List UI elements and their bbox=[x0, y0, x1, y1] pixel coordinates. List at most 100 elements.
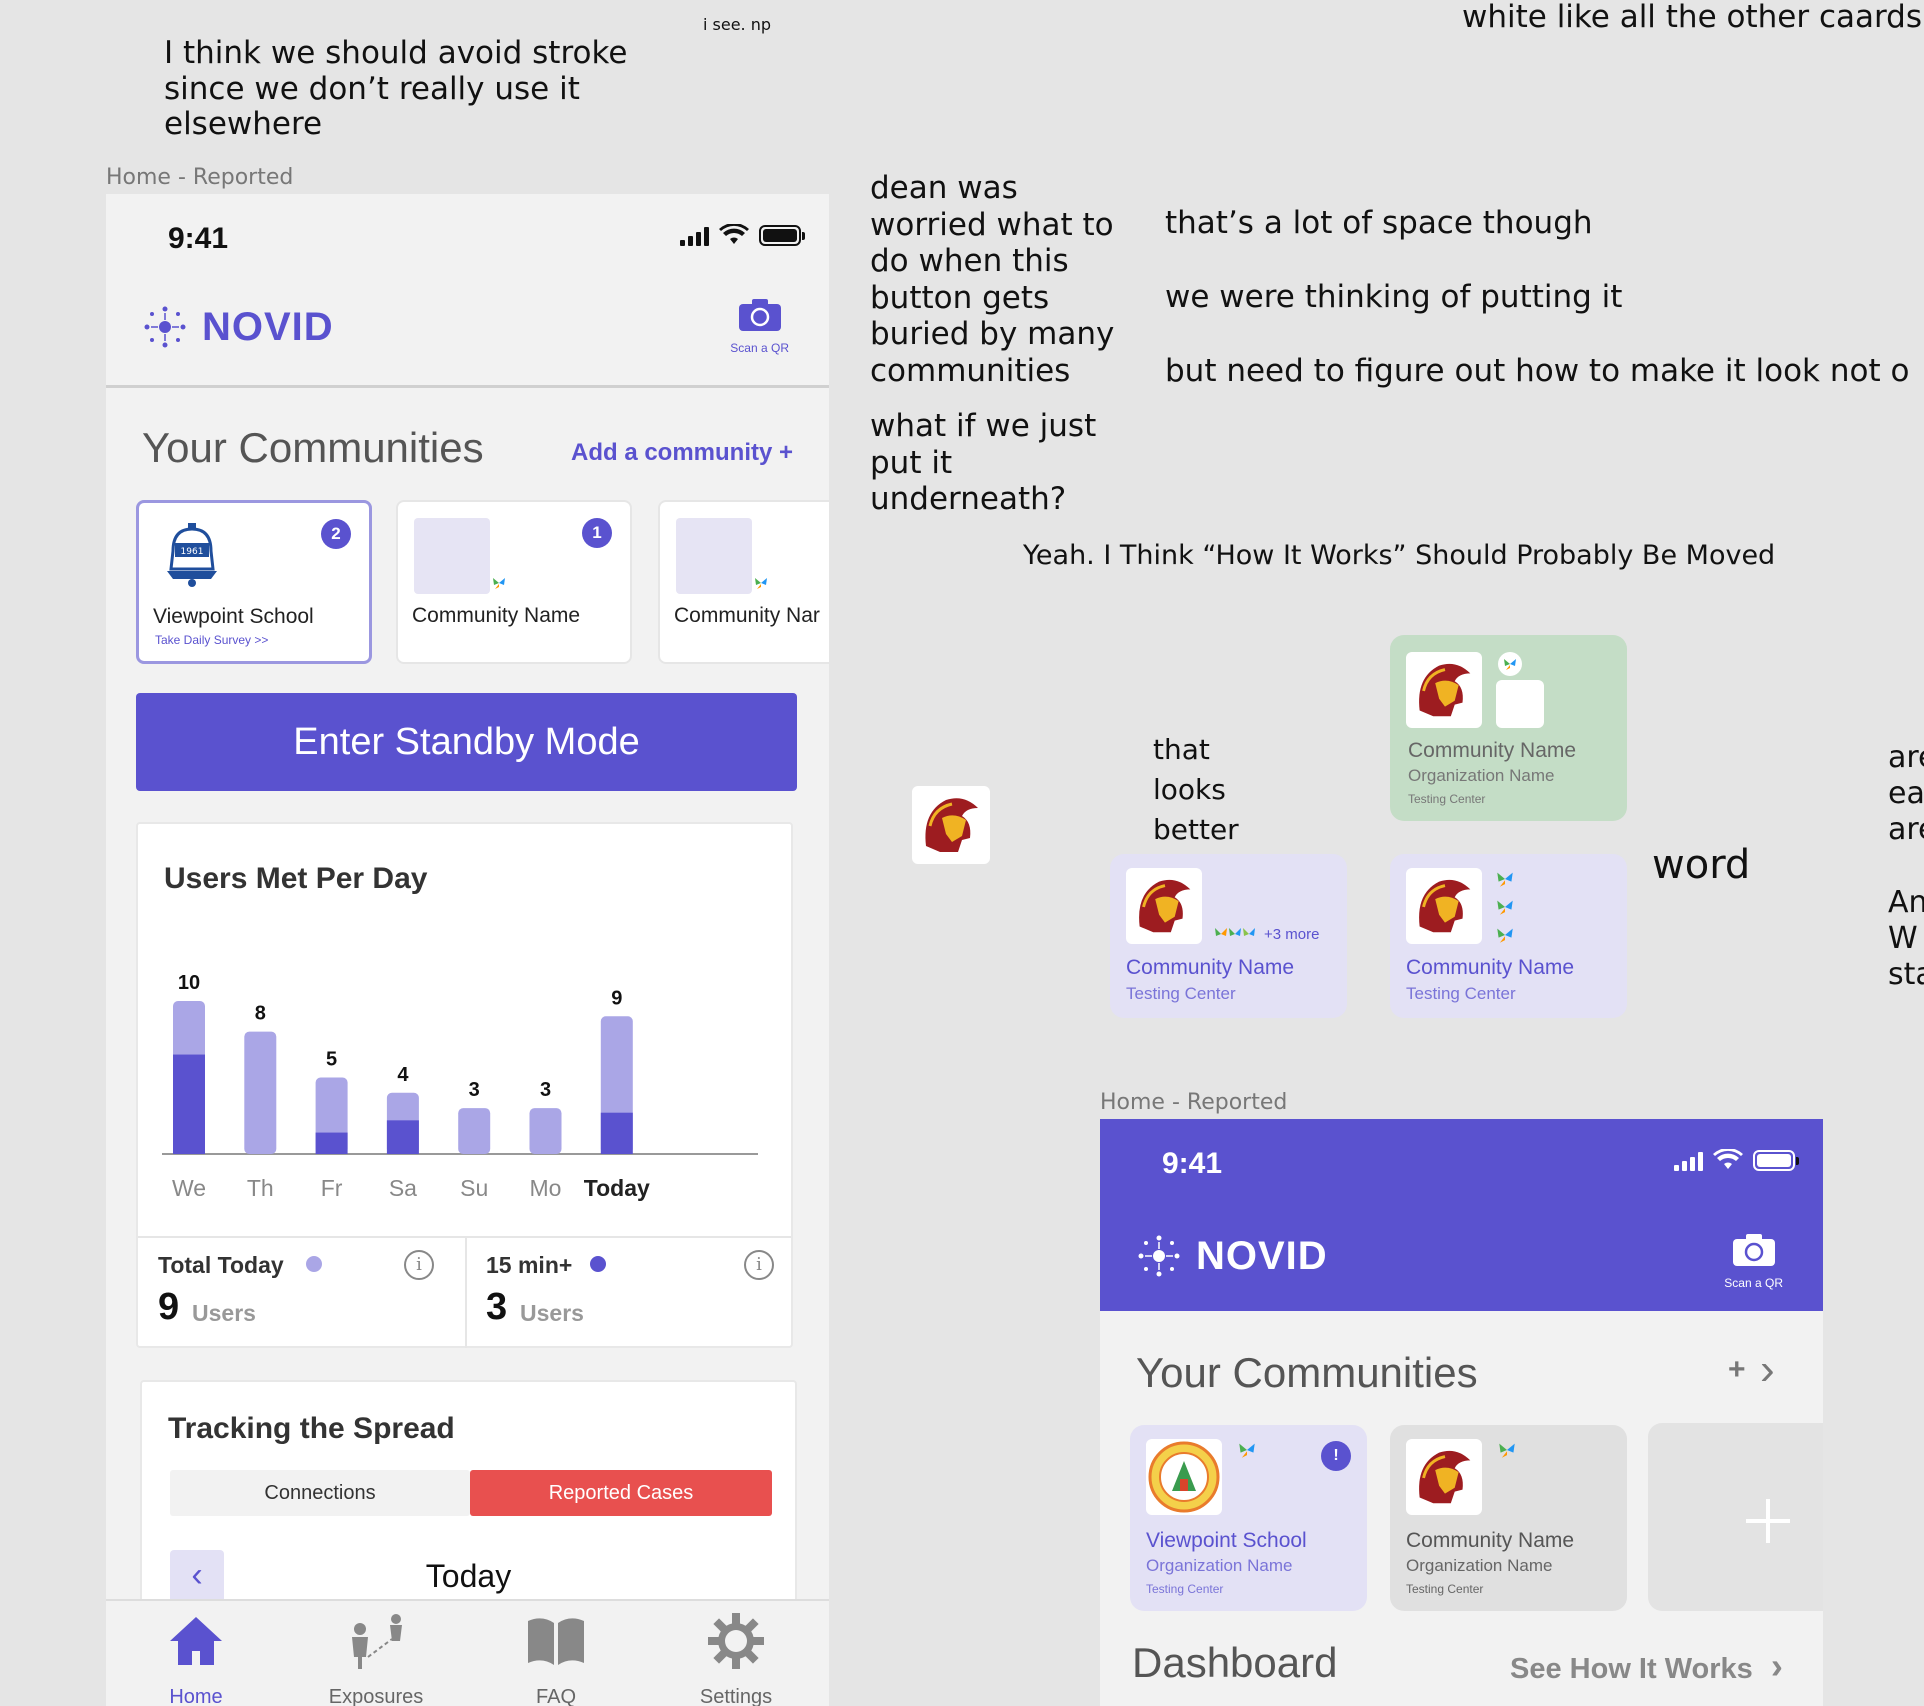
community-card-usc[interactable]: Community Name Organization Name Testing… bbox=[1390, 1425, 1627, 1611]
bar-value-label: 9 bbox=[611, 987, 622, 1009]
home-icon bbox=[170, 1617, 222, 1665]
dashboard-title: Dashboard bbox=[1132, 1639, 1338, 1686]
x-tick-label: Mo bbox=[530, 1175, 562, 1201]
usc-logo-tile bbox=[1406, 1439, 1482, 1515]
status-icons bbox=[1674, 1149, 1799, 1171]
scan-qr-button[interactable]: Scan a QR bbox=[1724, 1233, 1783, 1290]
camera-icon bbox=[1732, 1234, 1775, 1266]
add-community-card[interactable] bbox=[1648, 1423, 1823, 1611]
trojan-helmet-icon bbox=[1139, 879, 1191, 933]
butterfly-icon bbox=[493, 578, 505, 589]
fifteen-min-unit: Users bbox=[520, 1300, 584, 1326]
frame-label: Home - Reported bbox=[106, 165, 294, 190]
signal-icon bbox=[680, 226, 709, 246]
comment-edge-2: An W sta bbox=[1888, 885, 1924, 992]
testing-center-label: Testing Center bbox=[1406, 984, 1516, 1003]
community-card-2[interactable]: 1 Community Name bbox=[396, 500, 632, 664]
bar-15min bbox=[315, 1132, 348, 1154]
lausd-seal-logo bbox=[1146, 1439, 1222, 1515]
frame-label: Home - Reported bbox=[1100, 1090, 1288, 1115]
viewpoint-bell-logo: 1961 bbox=[167, 523, 217, 587]
signal-icon bbox=[1674, 1151, 1703, 1171]
exposures-icon bbox=[352, 1614, 402, 1669]
community-card-purple-a[interactable]: +3 more Community Name Testing Center bbox=[1110, 854, 1347, 1018]
camera-icon bbox=[738, 299, 781, 331]
trojan-helmet-icon bbox=[1419, 663, 1471, 717]
trojan-helmet-icon bbox=[1419, 879, 1471, 933]
community-card-purple-b[interactable]: Community Name Testing Center bbox=[1390, 854, 1627, 1018]
trojan-helmet-icon bbox=[1419, 1450, 1471, 1504]
see-how-it-works-label: See How It Works bbox=[1510, 1653, 1753, 1685]
info-icon[interactable]: i bbox=[744, 1250, 774, 1280]
add-community-plus-icon[interactable]: + bbox=[1728, 1353, 1746, 1387]
tab-label: Home bbox=[169, 1686, 223, 1706]
testing-center-label: Testing Center bbox=[1408, 792, 1486, 806]
community-card-viewpoint[interactable]: ! Viewpoint School Organization Name Tes… bbox=[1130, 1425, 1367, 1611]
comment-i-see: i see. np bbox=[703, 15, 772, 34]
butterfly-icon bbox=[755, 578, 767, 589]
take-daily-survey-link[interactable]: Take Daily Survey >> bbox=[155, 633, 268, 647]
fifteen-min-label: 15 min+ bbox=[486, 1252, 573, 1278]
battery-icon bbox=[759, 225, 805, 246]
community-card-3[interactable]: Community Nar bbox=[658, 500, 829, 664]
usc-logo-tile bbox=[1406, 652, 1482, 728]
community-badge: 2 bbox=[321, 519, 351, 549]
bar-value-label: 8 bbox=[255, 1003, 266, 1025]
butterfly-icon bbox=[1499, 1443, 1515, 1458]
community-name: Community Nar bbox=[674, 604, 820, 627]
testing-center-label: Testing Center bbox=[1126, 984, 1236, 1003]
chevron-right-icon: › bbox=[1770, 1645, 1783, 1686]
usc-logo-tile bbox=[1406, 868, 1482, 944]
connections-tab[interactable]: Connections bbox=[170, 1470, 470, 1516]
scan-qr-button[interactable]: Scan a QR bbox=[730, 298, 789, 355]
community-card-viewpoint[interactable]: 1961 2 Viewpoint School Take Daily Surve… bbox=[136, 500, 372, 664]
tracking-title: Tracking the Spread bbox=[168, 1412, 455, 1445]
chevron-right-icon[interactable]: › bbox=[1760, 1345, 1775, 1395]
empty-org-tile bbox=[1496, 680, 1544, 728]
alert-badge: ! bbox=[1321, 1441, 1351, 1471]
see-how-it-works-link[interactable]: See How It Works › bbox=[1510, 1645, 1783, 1687]
info-icon[interactable]: i bbox=[404, 1250, 434, 1280]
battery-icon bbox=[1753, 1150, 1799, 1171]
community-card-green[interactable]: Community Name Organization Name Testing… bbox=[1390, 635, 1627, 821]
community-name: Community Name bbox=[1126, 956, 1295, 979]
book-icon bbox=[528, 1618, 584, 1665]
bar-15min bbox=[173, 1054, 205, 1154]
enter-standby-mode-button[interactable]: Enter Standby Mode bbox=[136, 693, 797, 791]
tab-label: Exposures bbox=[328, 1686, 424, 1706]
add-community-link[interactable]: Add a community + bbox=[571, 439, 793, 467]
fifteen-min-legend-dot bbox=[590, 1256, 606, 1272]
bar-15min bbox=[600, 1112, 633, 1154]
comment-how-it-works: Yeah. I Think “How It Works” Should Prob… bbox=[1023, 540, 1776, 571]
x-tick-label: Fr bbox=[321, 1175, 343, 1201]
novid-logo: NOVID bbox=[142, 304, 334, 350]
bar-value-label: 5 bbox=[326, 1049, 337, 1071]
tab-label: Settings bbox=[699, 1686, 773, 1706]
usc-logo-tile bbox=[1126, 868, 1202, 944]
bar-total bbox=[458, 1108, 491, 1154]
x-tick-label: Today bbox=[584, 1175, 650, 1201]
school-seal-icon bbox=[1148, 1441, 1220, 1513]
bar-value-label: 3 bbox=[540, 1079, 551, 1101]
butterfly-icon bbox=[1239, 1443, 1255, 1458]
total-today-value: 9 bbox=[158, 1286, 180, 1328]
stat-divider bbox=[465, 1236, 467, 1348]
communities-title: Your Communities bbox=[142, 424, 484, 471]
community-badge: 1 bbox=[582, 518, 612, 548]
novid-spark-icon bbox=[1138, 1235, 1180, 1277]
community-name: Viewpoint School bbox=[1146, 1529, 1307, 1552]
tab-label: FAQ bbox=[535, 1686, 576, 1706]
fifteen-min-value: 3 bbox=[486, 1286, 508, 1328]
users-met-chart: 10 We 8 Th 5 Fr 4 Sa 3 Su 3 Mo 9 Today bbox=[162, 972, 758, 1201]
comment-lot-of-space: that’s a lot of space though bbox=[1165, 205, 1593, 241]
status-icons bbox=[680, 224, 805, 246]
community-name: Community Name bbox=[412, 604, 581, 627]
phone-frame-home-reported: 9:41 NOVID Scan a QR Your Communities Ad… bbox=[106, 194, 829, 1706]
butterfly-icon bbox=[1497, 900, 1513, 915]
comment-put-underneath: what if we just put it underneath? bbox=[870, 408, 1097, 518]
bar-value-label: 10 bbox=[178, 972, 200, 994]
phone-frame-home-reported-v2: 9:41 NOVID Scan a QR Your Communities + … bbox=[1100, 1119, 1823, 1706]
reported-cases-tab[interactable]: Reported Cases bbox=[470, 1470, 772, 1516]
comment-edge-1: are eas are bbox=[1888, 740, 1924, 847]
butterfly-icon bbox=[1504, 659, 1516, 670]
